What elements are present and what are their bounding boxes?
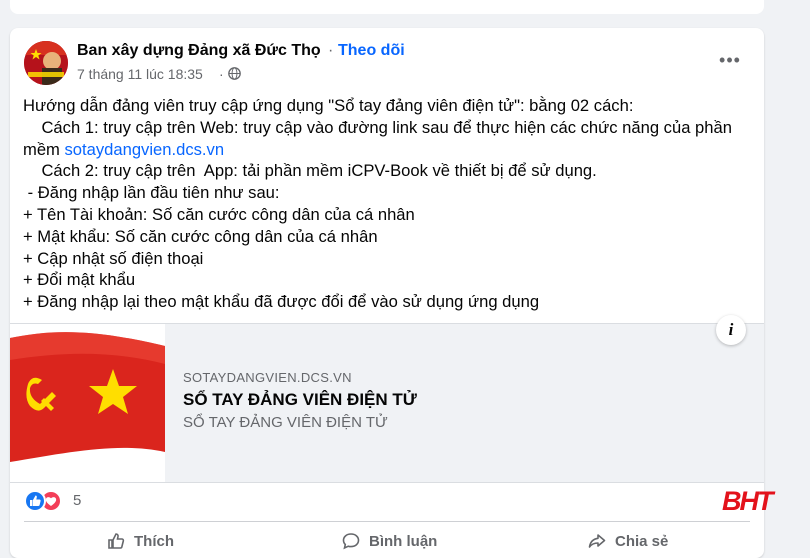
body-line-relogin: + Đăng nhập lại theo mật khẩu đã được đổ… [23, 292, 540, 312]
like-label: Thích [134, 532, 174, 550]
body-line-method2: Cách 2: truy cập trên App: tải phần mềm … [23, 161, 597, 181]
previous-post-card [10, 0, 764, 14]
page-avatar[interactable] [24, 41, 68, 85]
more-options-button[interactable]: ••• [716, 46, 744, 74]
preview-domain: SOTAYDANGVIEN.DCS.VN [183, 370, 352, 385]
preview-description: SỔ TAY ĐẢNG VIÊN ĐIỆN TỬ [183, 414, 388, 431]
body-line-password: + Mật khẩu: Số căn cước công dân của cá … [23, 226, 378, 246]
body-line-link: mềm sotaydangvien.dcs.vn [23, 139, 759, 161]
post-timestamp[interactable]: 7 tháng 11 lúc 18:35 [77, 66, 203, 82]
thumbs-up-icon [30, 495, 41, 506]
timestamp-separator: · [219, 66, 224, 82]
post-body: Hướng dẫn đảng viên truy cập ứng dụng "S… [23, 95, 759, 313]
like-reaction-icon [24, 490, 46, 512]
avatar-image [24, 41, 68, 85]
follow-button[interactable]: Theo dõi [338, 42, 405, 60]
body-line-phone: + Cập nhật số điện thoại [23, 248, 204, 268]
like-button[interactable]: Thích [106, 524, 174, 558]
body-line-intro: Hướng dẫn đảng viên truy cập ứng dụng "S… [23, 96, 634, 115]
preview-image [10, 324, 165, 482]
comment-icon [342, 533, 360, 550]
like-icon [108, 533, 125, 549]
share-button[interactable]: Chia sẻ [587, 524, 668, 558]
share-icon [588, 534, 606, 548]
bht-watermark-logo: BHT [722, 486, 773, 516]
preview-title[interactable]: SỔ TAY ĐẢNG VIÊN ĐIỆN TỬ [183, 390, 417, 410]
globe-icon [228, 67, 241, 80]
post-card: Ban xây dựng Đảng xã Đức Thọ · Theo dõi … [10, 28, 764, 558]
share-label: Chia sẻ [615, 532, 669, 550]
body-line-username: + Tên Tài khoản: Số căn cước công dân củ… [23, 204, 415, 224]
body-line-change-password: + Đổi mật khẩu [23, 270, 136, 290]
comment-button[interactable]: Bình luận [341, 524, 437, 558]
comment-label: Bình luận [369, 532, 438, 550]
web-link[interactable]: sotaydangvien.dcs.vn [64, 140, 224, 159]
body-line-link-prefix: mềm [23, 139, 65, 159]
author-separator: · [328, 42, 334, 59]
actions-divider [24, 521, 750, 522]
post-author[interactable]: Ban xây dựng Đảng xã Đức Thọ [77, 42, 321, 60]
info-button[interactable]: i [716, 315, 746, 345]
flag-image [10, 324, 165, 482]
body-line-login-heading: - Đăng nhập lần đầu tiên như sau: [23, 183, 280, 203]
reaction-count[interactable]: 5 [73, 492, 81, 509]
link-preview[interactable]: SOTAYDANGVIEN.DCS.VN SỔ TAY ĐẢNG VIÊN ĐI… [10, 323, 764, 483]
body-line-method1: Cách 1: truy cập trên Web: truy cập vào … [23, 117, 732, 137]
